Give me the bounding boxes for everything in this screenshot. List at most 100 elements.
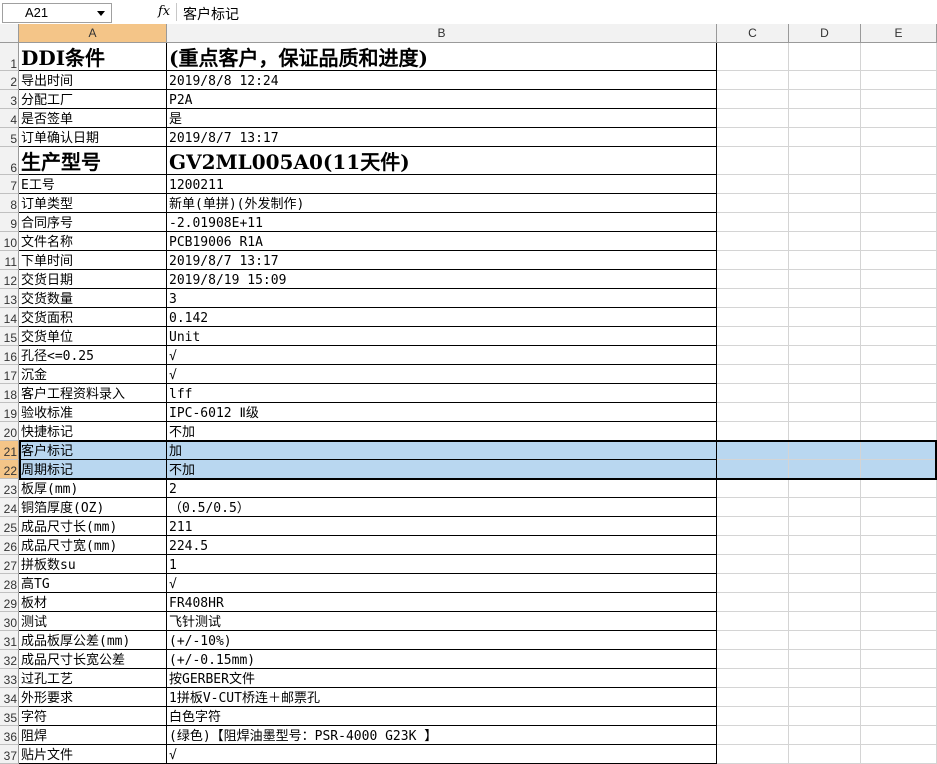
cell-c33[interactable] [717, 669, 789, 688]
cell-c24[interactable] [717, 498, 789, 517]
cell-d15[interactable] [789, 327, 861, 346]
cell-c19[interactable] [717, 403, 789, 422]
cell-d24[interactable] [789, 498, 861, 517]
cell-d18[interactable] [789, 384, 861, 403]
cell-a16[interactable]: 孔径<=0.25 [19, 346, 167, 365]
cell-b32[interactable]: (+/-0.15mm) [167, 650, 717, 669]
cell-b21[interactable]: 加 [167, 441, 717, 460]
cell-b37[interactable]: √ [167, 745, 717, 764]
row-header-37[interactable]: 37 [0, 745, 19, 764]
cell-e20[interactable] [861, 422, 937, 441]
cell-a2[interactable]: 导出时间 [19, 71, 167, 90]
cell-a17[interactable]: 沉金 [19, 365, 167, 384]
cell-b15[interactable]: Unit [167, 327, 717, 346]
cell-c17[interactable] [717, 365, 789, 384]
row-header-23[interactable]: 23 [0, 479, 19, 498]
cell-b24[interactable]: （0.5/0.5） [167, 498, 717, 517]
cell-a36[interactable]: 阻焊 [19, 726, 167, 745]
cell-c28[interactable] [717, 574, 789, 593]
cell-c22[interactable] [717, 460, 789, 479]
cell-c32[interactable] [717, 650, 789, 669]
row-header-15[interactable]: 15 [0, 327, 19, 346]
cell-a29[interactable]: 板材 [19, 593, 167, 612]
cell-d9[interactable] [789, 213, 861, 232]
cell-e7[interactable] [861, 175, 937, 194]
cell-e35[interactable] [861, 707, 937, 726]
cell-d26[interactable] [789, 536, 861, 555]
cell-a11[interactable]: 下单时间 [19, 251, 167, 270]
cell-e31[interactable] [861, 631, 937, 650]
cell-b27[interactable]: 1 [167, 555, 717, 574]
cell-b20[interactable]: 不加 [167, 422, 717, 441]
cell-c36[interactable] [717, 726, 789, 745]
cell-b36[interactable]: (绿色)【阻焊油墨型号：PSR-4000 G23K 】 [167, 726, 717, 745]
cell-d16[interactable] [789, 346, 861, 365]
cell-c15[interactable] [717, 327, 789, 346]
cell-b16[interactable]: √ [167, 346, 717, 365]
row-header-14[interactable]: 14 [0, 308, 19, 327]
row-header-17[interactable]: 17 [0, 365, 19, 384]
cell-e22[interactable] [861, 460, 937, 479]
row-header-11[interactable]: 11 [0, 251, 19, 270]
row-header-19[interactable]: 19 [0, 403, 19, 422]
cell-b26[interactable]: 224.5 [167, 536, 717, 555]
cell-e9[interactable] [861, 213, 937, 232]
row-header-36[interactable]: 36 [0, 726, 19, 745]
cell-c35[interactable] [717, 707, 789, 726]
column-header-b[interactable]: B [167, 24, 717, 43]
cell-d22[interactable] [789, 460, 861, 479]
cell-a34[interactable]: 外形要求 [19, 688, 167, 707]
cell-b22[interactable]: 不加 [167, 460, 717, 479]
cell-e26[interactable] [861, 536, 937, 555]
cell-a33[interactable]: 过孔工艺 [19, 669, 167, 688]
cell-e6[interactable] [861, 147, 937, 175]
cell-c23[interactable] [717, 479, 789, 498]
cell-d33[interactable] [789, 669, 861, 688]
cell-d19[interactable] [789, 403, 861, 422]
row-header-7[interactable]: 7 [0, 175, 19, 194]
column-header-d[interactable]: D [789, 24, 861, 43]
cell-c27[interactable] [717, 555, 789, 574]
cell-a22[interactable]: 周期标记 [19, 460, 167, 479]
cell-b29[interactable]: FR408HR [167, 593, 717, 612]
cell-a18[interactable]: 客户工程资料录入 [19, 384, 167, 403]
cell-c26[interactable] [717, 536, 789, 555]
cell-a30[interactable]: 测试 [19, 612, 167, 631]
cell-b9[interactable]: -2.01908E+11 [167, 213, 717, 232]
row-header-16[interactable]: 16 [0, 346, 19, 365]
cell-c1[interactable] [717, 43, 789, 71]
row-header-21[interactable]: 21 [0, 441, 19, 460]
row-header-4[interactable]: 4 [0, 109, 19, 128]
cell-d2[interactable] [789, 71, 861, 90]
cell-c20[interactable] [717, 422, 789, 441]
cell-c4[interactable] [717, 109, 789, 128]
cell-a28[interactable]: 高TG [19, 574, 167, 593]
cell-e27[interactable] [861, 555, 937, 574]
cell-d34[interactable] [789, 688, 861, 707]
cell-c2[interactable] [717, 71, 789, 90]
cell-d30[interactable] [789, 612, 861, 631]
cell-e28[interactable] [861, 574, 937, 593]
cell-d36[interactable] [789, 726, 861, 745]
cell-b3[interactable]: P2A [167, 90, 717, 109]
cell-b35[interactable]: 白色字符 [167, 707, 717, 726]
column-header-e[interactable]: E [861, 24, 937, 43]
row-header-12[interactable]: 12 [0, 270, 19, 289]
cell-c34[interactable] [717, 688, 789, 707]
cell-a3[interactable]: 分配工厂 [19, 90, 167, 109]
row-header-31[interactable]: 31 [0, 631, 19, 650]
cell-d37[interactable] [789, 745, 861, 764]
cell-e2[interactable] [861, 71, 937, 90]
cell-b13[interactable]: 3 [167, 289, 717, 308]
cell-e1[interactable] [861, 43, 937, 71]
cell-d29[interactable] [789, 593, 861, 612]
cell-a5[interactable]: 订单确认日期 [19, 128, 167, 147]
cell-a19[interactable]: 验收标准 [19, 403, 167, 422]
cell-d1[interactable] [789, 43, 861, 71]
cell-b2[interactable]: 2019/8/8 12:24 [167, 71, 717, 90]
cell-c16[interactable] [717, 346, 789, 365]
row-header-20[interactable]: 20 [0, 422, 19, 441]
cell-a15[interactable]: 交货单位 [19, 327, 167, 346]
cell-d7[interactable] [789, 175, 861, 194]
cell-e14[interactable] [861, 308, 937, 327]
